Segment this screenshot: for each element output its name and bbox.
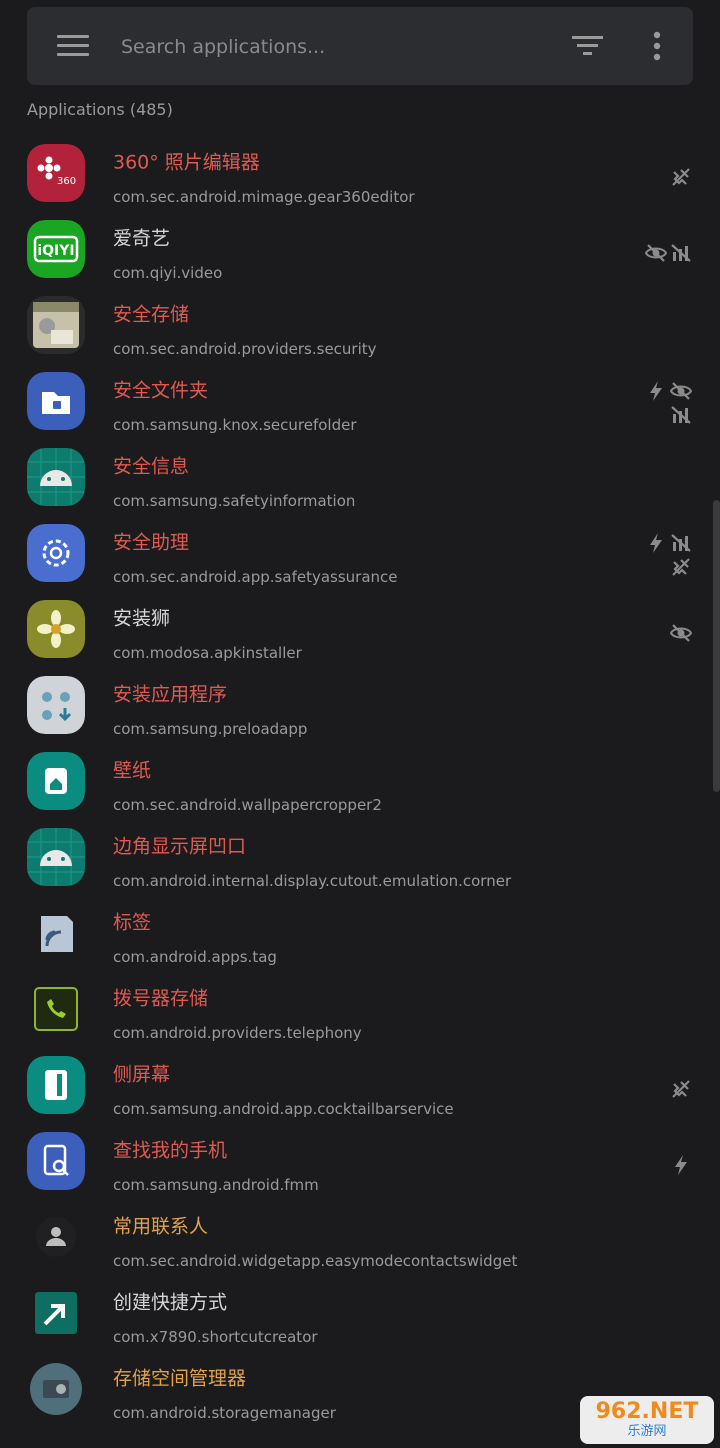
- android-icon: [27, 448, 85, 506]
- app-package: com.android.apps.tag: [113, 948, 277, 966]
- app-row[interactable]: 安全信息 com.samsung.safetyinformation: [0, 440, 720, 516]
- app-row[interactable]: 标签 com.android.apps.tag: [0, 896, 720, 972]
- app-name: 安全存储: [113, 303, 190, 326]
- no-internet-icon: [670, 166, 692, 188]
- install-apps-icon: [27, 676, 85, 734]
- watermark-logo: 962.NET 乐游网: [580, 1396, 714, 1444]
- app-manager-screen: Applications (485) 360 360° 照片编辑器 com.sec.…: [0, 0, 720, 1448]
- app-row[interactable]: 常用联系人 com.sec.android.widgetapp.easymodec…: [0, 1200, 720, 1276]
- security-storage-icon: [27, 296, 85, 354]
- app-name: 标签: [113, 911, 152, 934]
- no-internet-icon: [670, 556, 692, 578]
- scrollbar[interactable]: [713, 500, 720, 792]
- app-name: 壁纸: [113, 759, 152, 782]
- phone-icon: [27, 980, 85, 1038]
- shortcut-icon: [27, 1284, 85, 1342]
- app-package: com.sec.android.mimage.gear360editor: [113, 188, 415, 206]
- app-package: com.samsung.android.app.cocktailbarservi…: [113, 1100, 454, 1118]
- hidden-eye-icon: [669, 380, 693, 402]
- no-internet-icon: [670, 1078, 692, 1100]
- app-package: com.sec.android.wallpapercropper2: [113, 796, 382, 814]
- app-name: 边角显示屏凹口: [113, 835, 247, 858]
- app-row[interactable]: 安装狮 com.modosa.apkinstaller: [0, 592, 720, 668]
- search-input[interactable]: [119, 29, 543, 65]
- android-icon: [27, 828, 85, 886]
- more-options-icon[interactable]: [645, 29, 669, 63]
- settings-gear-icon: [27, 524, 85, 582]
- find-phone-icon: [27, 1132, 85, 1190]
- bolt-icon: [670, 1154, 692, 1176]
- app-name: 安装狮: [113, 607, 171, 630]
- app-row[interactable]: 安全助理 com.sec.android.app.safetyassurance: [0, 516, 720, 592]
- app-name: 查找我的手机: [113, 1139, 228, 1162]
- app-row[interactable]: 壁纸 com.sec.android.wallpapercropper2: [0, 744, 720, 820]
- menu-icon[interactable]: [57, 35, 89, 57]
- app-row[interactable]: 360 360° 照片编辑器 com.sec.android.mimage.gear…: [0, 136, 720, 212]
- app-package: com.android.providers.telephony: [113, 1024, 362, 1042]
- contact-icon: [27, 1208, 85, 1266]
- app-row[interactable]: 安装应用程序 com.samsung.preloadapp: [0, 668, 720, 744]
- app-name: 侧屏幕: [113, 1063, 171, 1086]
- no-signal-icon: [670, 242, 692, 264]
- app-name: 安全信息: [113, 455, 190, 478]
- storage-manager-icon: [27, 1360, 85, 1418]
- app-name: 常用联系人: [113, 1215, 209, 1238]
- hidden-eye-icon: [644, 242, 668, 264]
- app-row[interactable]: 边角显示屏凹口 com.android.internal.display.cuto…: [0, 820, 720, 896]
- secure-folder-icon: [27, 372, 85, 430]
- app-package: com.samsung.preloadapp: [113, 720, 308, 738]
- gear360-icon: 360: [27, 144, 85, 202]
- no-signal-icon: [670, 532, 692, 554]
- app-row[interactable]: 创建快捷方式 com.x7890.shortcutcreator: [0, 1276, 720, 1352]
- app-name: 安全助理: [113, 531, 190, 554]
- app-package: com.android.internal.display.cutout.emul…: [113, 872, 512, 890]
- app-row[interactable]: 查找我的手机 com.samsung.android.fmm: [0, 1124, 720, 1200]
- app-package: com.sec.android.widgetapp.easymodecontac…: [113, 1252, 518, 1270]
- app-name: 创建快捷方式: [113, 1291, 228, 1314]
- app-package: com.modosa.apkinstaller: [113, 644, 302, 662]
- app-package: com.x7890.shortcutcreator: [113, 1328, 318, 1346]
- svg-text:360: 360: [57, 176, 76, 187]
- app-name: 爱奇艺: [113, 227, 171, 250]
- no-signal-icon: [670, 404, 692, 426]
- app-package: com.sec.android.providers.security: [113, 340, 377, 358]
- bolt-icon: [645, 532, 667, 554]
- app-package: com.samsung.knox.securefolder: [113, 416, 357, 434]
- section-title: Applications (485): [27, 100, 173, 119]
- app-row[interactable]: 安全文件夹 com.samsung.knox.securefolder: [0, 364, 720, 440]
- app-name: 安装应用程序: [113, 683, 228, 706]
- app-row[interactable]: 侧屏幕 com.samsung.android.app.cocktailbarse…: [0, 1048, 720, 1124]
- wallpaper-icon: [27, 752, 85, 810]
- flower-icon: [27, 600, 85, 658]
- filter-icon[interactable]: [571, 31, 605, 61]
- edge-panel-icon: [27, 1056, 85, 1114]
- app-package: com.sec.android.app.safetyassurance: [113, 568, 398, 586]
- app-package: com.android.storagemanager: [113, 1404, 336, 1422]
- svg-text:iQIYI: iQIYI: [37, 243, 74, 259]
- app-row[interactable]: iQIYI 爱奇艺 com.qiyi.video: [0, 212, 720, 288]
- app-package: com.samsung.android.fmm: [113, 1176, 319, 1194]
- search-bar: [27, 7, 693, 85]
- bolt-icon: [645, 380, 667, 402]
- app-name: 存储空间管理器: [113, 1367, 247, 1390]
- app-package: com.samsung.safetyinformation: [113, 492, 356, 510]
- watermark-sub: 乐游网: [627, 1424, 667, 1439]
- watermark-brand: 962.NET: [595, 1399, 699, 1424]
- app-row[interactable]: 拨号器存储 com.android.providers.telephony: [0, 972, 720, 1048]
- app-list: 360 360° 照片编辑器 com.sec.android.mimage.gear…: [0, 136, 720, 1428]
- app-name: 安全文件夹: [113, 379, 209, 402]
- hidden-eye-icon: [669, 622, 693, 644]
- app-package: com.qiyi.video: [113, 264, 223, 282]
- app-name: 360° 照片编辑器: [113, 151, 260, 174]
- nfc-tag-icon: [27, 904, 85, 962]
- iqiyi-icon: iQIYI: [27, 220, 85, 278]
- app-name: 拨号器存储: [113, 987, 209, 1010]
- app-row[interactable]: 安全存储 com.sec.android.providers.security: [0, 288, 720, 364]
